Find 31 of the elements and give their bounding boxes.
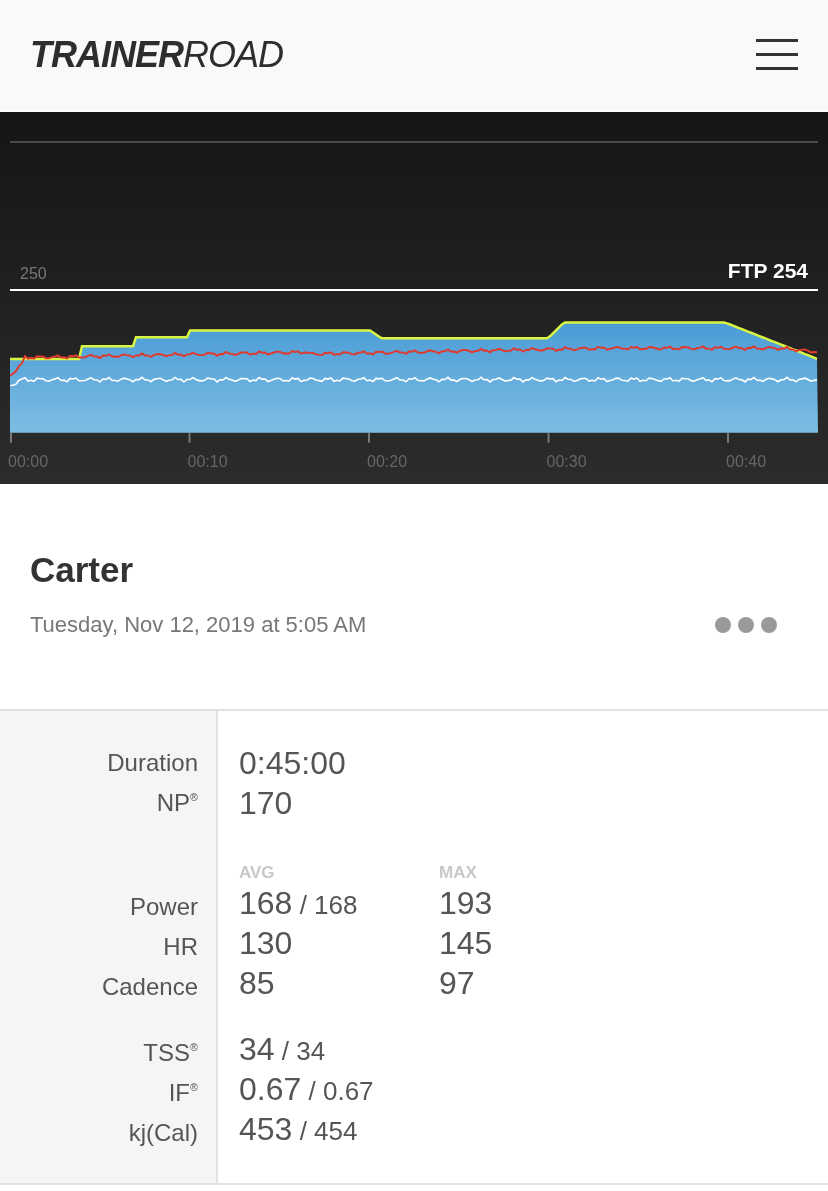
time-label: 00:40	[726, 452, 767, 471]
ftp-label: FTP 254	[727, 258, 809, 283]
workout-date: Tuesday, Nov 12, 2019 at 5:05 AM	[30, 612, 367, 638]
trainerroad-logo: TRAINERROAD	[30, 34, 283, 76]
time-label: 00:00	[8, 452, 49, 471]
menu-icon[interactable]	[756, 38, 798, 72]
stat-value: 0.67 / 0.67	[239, 1070, 375, 1108]
stat-value: 168 / 168	[239, 884, 359, 922]
stat-value: 453 / 454	[239, 1110, 359, 1148]
stat-max-value: 145	[439, 924, 494, 962]
axis-label: 250	[19, 264, 47, 283]
stat-value: 0:45:00	[239, 744, 347, 782]
stat-label: IF$^{®}$	[168, 1079, 198, 1107]
stat-value: 170	[239, 784, 294, 822]
stat-max-value: 193	[439, 884, 494, 922]
stat-max-value: 97	[439, 964, 476, 1002]
time-label: 00:20	[367, 452, 408, 471]
stat-label: Cadence	[101, 973, 198, 1001]
workout-title: Carter	[30, 550, 135, 590]
more-options-icon[interactable]	[714, 616, 778, 634]
time-label: 00:10	[187, 452, 228, 471]
stat-value: 34 / 34	[239, 1030, 327, 1068]
stat-label: kj(Cal)	[128, 1119, 198, 1147]
stat-label: TSS$^{®}$	[143, 1039, 198, 1067]
stat-label: NP$^{®}$	[156, 789, 198, 817]
stat-value: 85	[239, 964, 276, 1002]
time-label: 00:30	[546, 452, 587, 471]
stat-value: 130	[239, 924, 294, 962]
stat-label: HR	[163, 933, 198, 961]
stat-label: Duration	[107, 749, 198, 777]
stat-label: Power	[129, 893, 198, 921]
